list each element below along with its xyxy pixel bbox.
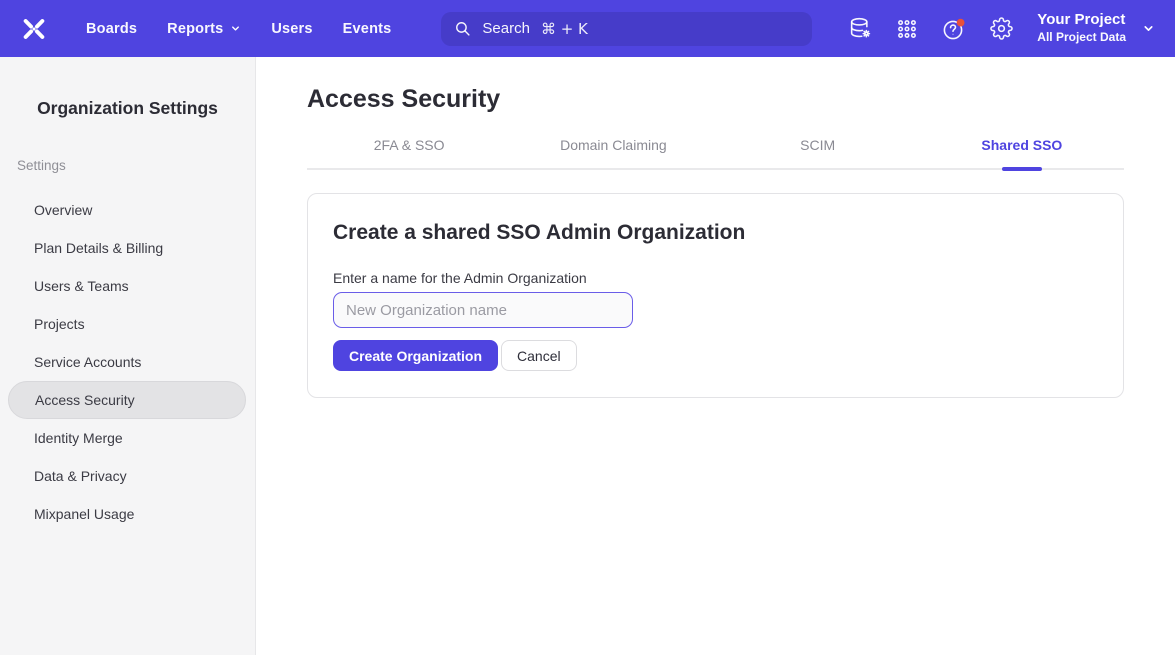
sidebar-item-projects[interactable]: Projects (0, 305, 255, 343)
tab-label: Domain Claiming (560, 137, 667, 153)
primary-nav: Boards Reports Users Events (86, 21, 391, 37)
tab-label: 2FA & SSO (374, 137, 445, 153)
apps-grid-icon[interactable] (890, 12, 924, 46)
card-actions: Create Organization Cancel (333, 340, 1098, 371)
notification-dot (957, 18, 965, 26)
sidebar-title: Organization Settings (0, 98, 255, 119)
sidebar-section-label: Settings (17, 158, 255, 173)
tab-domain-claiming[interactable]: Domain Claiming (511, 137, 715, 168)
settings-gear-icon[interactable] (984, 12, 1018, 46)
top-navbar: Boards Reports Users Events Search ⌘ + K (0, 0, 1175, 57)
cancel-button[interactable]: Cancel (501, 340, 577, 371)
page-title: Access Security (307, 85, 1124, 114)
help-icon[interactable] (937, 12, 971, 46)
search-icon (454, 20, 471, 37)
project-switcher[interactable]: Your Project All Project Data (1037, 11, 1155, 45)
chevron-down-icon (1142, 22, 1155, 35)
tab-label: SCIM (800, 137, 835, 153)
navbar-right-group: Your Project All Project Data (843, 11, 1175, 45)
project-name: Your Project (1037, 11, 1126, 30)
sidebar-item-mixpanel-usage[interactable]: Mixpanel Usage (0, 495, 255, 533)
active-tab-indicator (1002, 167, 1042, 171)
sidebar-item-plan-details-billing[interactable]: Plan Details & Billing (0, 229, 255, 267)
settings-sidebar: Organization Settings Settings Overview … (0, 57, 256, 655)
tab-scim[interactable]: SCIM (716, 137, 920, 168)
org-name-field-label: Enter a name for the Admin Organization (333, 270, 1098, 286)
nav-item-boards[interactable]: Boards (86, 21, 137, 37)
nav-item-reports-label: Reports (167, 21, 223, 37)
sidebar-item-service-accounts[interactable]: Service Accounts (0, 343, 255, 381)
create-organization-button[interactable]: Create Organization (333, 340, 498, 371)
org-name-input[interactable] (333, 292, 633, 328)
nav-item-reports[interactable]: Reports (167, 21, 241, 37)
nav-item-events[interactable]: Events (343, 21, 392, 37)
tab-2fa-sso[interactable]: 2FA & SSO (307, 137, 511, 168)
tab-label: Shared SSO (981, 137, 1062, 153)
nav-item-users[interactable]: Users (271, 21, 312, 37)
search-placeholder: Search (482, 20, 530, 37)
search-input[interactable]: Search ⌘ + K (441, 12, 812, 46)
project-switcher-labels: Your Project All Project Data (1037, 11, 1126, 45)
sidebar-item-users-teams[interactable]: Users & Teams (0, 267, 255, 305)
data-management-icon[interactable] (843, 12, 877, 46)
sidebar-item-access-security[interactable]: Access Security (8, 381, 246, 419)
project-data-scope: All Project Data (1037, 30, 1126, 46)
sidebar-item-data-privacy[interactable]: Data & Privacy (0, 457, 255, 495)
search-shortcut-hint: ⌘ + K (541, 20, 588, 38)
chevron-down-icon (230, 23, 241, 34)
mixpanel-logo-icon[interactable] (18, 13, 50, 45)
tab-shared-sso[interactable]: Shared SSO (920, 137, 1124, 168)
access-security-tabs: 2FA & SSO Domain Claiming SCIM Shared SS… (307, 137, 1124, 170)
sidebar-item-identity-merge[interactable]: Identity Merge (0, 419, 255, 457)
main-content: Access Security 2FA & SSO Domain Claimin… (256, 57, 1175, 655)
sidebar-item-overview[interactable]: Overview (0, 191, 255, 229)
sidebar-nav-list: Overview Plan Details & Billing Users & … (0, 191, 255, 533)
create-sso-org-card: Create a shared SSO Admin Organization E… (307, 193, 1124, 398)
card-title: Create a shared SSO Admin Organization (333, 221, 1098, 245)
